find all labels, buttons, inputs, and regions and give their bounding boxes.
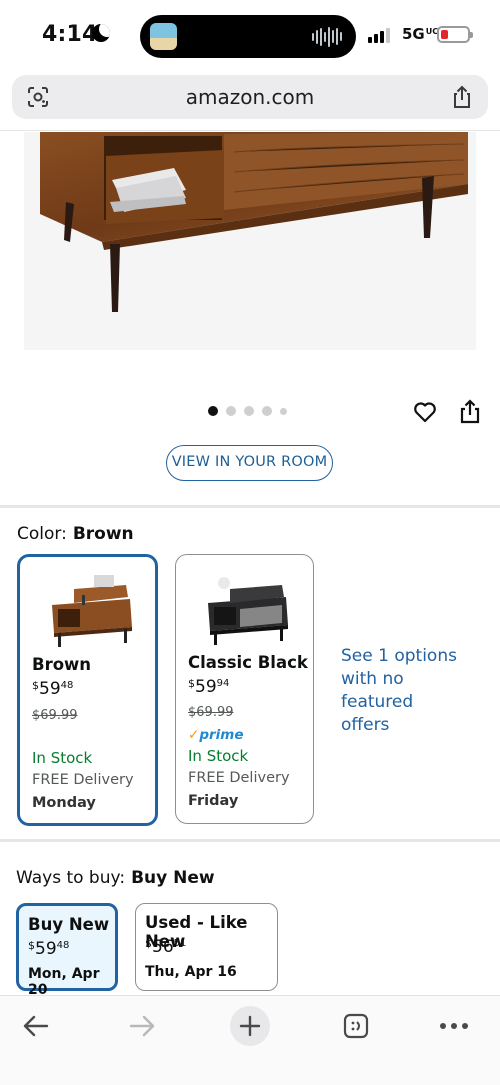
carousel-dot[interactable] bbox=[262, 406, 272, 416]
delivery-text: FREE Delivery bbox=[32, 772, 134, 788]
price: $5994 bbox=[188, 677, 230, 697]
status-time: 4:14 bbox=[42, 22, 98, 47]
back-button[interactable] bbox=[16, 1006, 56, 1046]
address-bar-divider bbox=[0, 130, 500, 131]
delivery-date: Thu, Apr 16 bbox=[145, 964, 237, 980]
carousel-dot[interactable] bbox=[244, 406, 254, 416]
more-button[interactable] bbox=[434, 1006, 474, 1046]
carousel-dot[interactable] bbox=[280, 407, 287, 415]
see-more-options-link[interactable]: See 1 options with no featured offers bbox=[341, 645, 461, 737]
stock-status: In Stock bbox=[188, 747, 249, 765]
buy-option-title: Buy New bbox=[28, 915, 110, 934]
battery-icon bbox=[437, 26, 473, 43]
moon-icon bbox=[92, 24, 110, 42]
view-in-your-room-button[interactable]: VIEW IN YOUR ROOM bbox=[166, 445, 333, 481]
delivery-day: Monday bbox=[32, 795, 96, 811]
more-icon bbox=[440, 1023, 468, 1029]
heart-icon[interactable] bbox=[412, 399, 438, 425]
list-price: $69.99 bbox=[32, 708, 78, 723]
browser-toolbar bbox=[0, 995, 500, 1085]
selected-way-to-buy: Buy New bbox=[131, 868, 215, 888]
address-bar[interactable]: amazon.com bbox=[12, 75, 488, 119]
brown-table-thumbnail bbox=[52, 575, 132, 647]
delivery-date: Mon, Apr 20 bbox=[28, 966, 100, 998]
prime-badge: ✓prime bbox=[188, 727, 244, 743]
color-option-name: Brown bbox=[32, 655, 92, 674]
product-image[interactable] bbox=[24, 132, 476, 350]
stock-status: In Stock bbox=[32, 749, 93, 767]
status-bar: 4:14 5GUC bbox=[0, 0, 500, 72]
forward-icon bbox=[129, 1015, 155, 1037]
carousel-dot[interactable] bbox=[226, 406, 236, 416]
section-divider bbox=[0, 505, 500, 508]
network-type: 5GUC bbox=[402, 25, 439, 43]
tabs-button[interactable] bbox=[336, 1006, 376, 1046]
delivery-text: FREE Delivery bbox=[188, 770, 290, 786]
selected-color: Brown bbox=[72, 524, 134, 544]
delivery-day: Friday bbox=[188, 793, 239, 809]
now-playing-thumbnail bbox=[150, 23, 177, 50]
color-option-brown[interactable]: Brown $5948 $69.99 In Stock FREE Deliver… bbox=[17, 554, 158, 826]
section-divider bbox=[0, 839, 500, 842]
url-text[interactable]: amazon.com bbox=[12, 85, 488, 109]
tabs-icon bbox=[343, 1013, 369, 1039]
forward-button[interactable] bbox=[122, 1006, 162, 1046]
list-price: $69.99 bbox=[188, 705, 234, 720]
cellular-signal-icon bbox=[368, 28, 390, 43]
ways-to-buy-label: Ways to buy: Buy New bbox=[16, 868, 215, 888]
share-icon[interactable] bbox=[450, 84, 474, 110]
dynamic-island[interactable] bbox=[140, 15, 356, 58]
price: $5651 bbox=[145, 937, 187, 957]
price: $5948 bbox=[28, 939, 70, 959]
back-icon bbox=[23, 1015, 49, 1037]
buy-option-used-like-new[interactable]: Used - Like New $5651 Thu, Apr 16 bbox=[135, 903, 278, 991]
image-carousel-dots[interactable] bbox=[208, 406, 287, 416]
color-option-name: Classic Black bbox=[188, 653, 308, 672]
new-tab-icon bbox=[239, 1015, 261, 1037]
new-tab-button[interactable] bbox=[230, 1006, 270, 1046]
color-label: Color: Brown bbox=[17, 524, 134, 544]
coffee-table-illustration bbox=[40, 132, 468, 312]
black-table-thumbnail bbox=[208, 577, 288, 645]
buy-option-buy-new[interactable]: Buy New $5948 Mon, Apr 20 bbox=[16, 903, 118, 998]
audio-waveform-icon bbox=[312, 26, 342, 47]
carousel-dot[interactable] bbox=[208, 406, 218, 416]
prime-check-icon: ✓ bbox=[188, 727, 200, 743]
price: $5948 bbox=[32, 679, 74, 699]
color-option-classic-black[interactable]: Classic Black $5994 $69.99 ✓prime In Sto… bbox=[175, 554, 314, 824]
share-icon[interactable] bbox=[459, 399, 481, 425]
